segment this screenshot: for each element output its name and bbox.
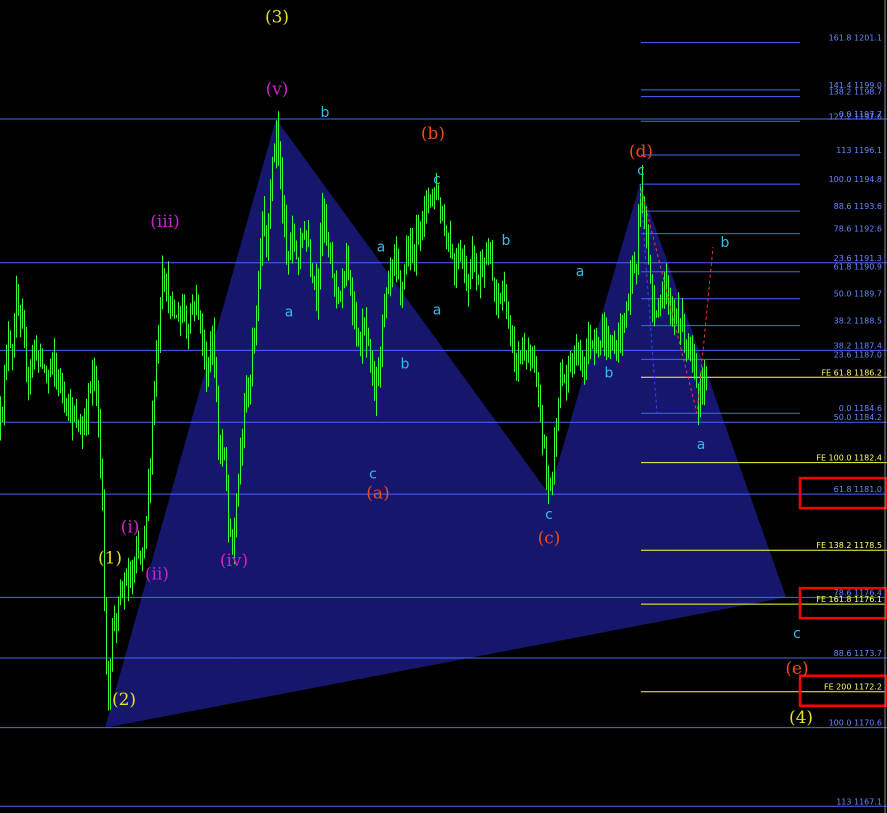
- fib-level-label: 100.0 1194.8: [829, 175, 882, 184]
- fib-level-label: 23.6 1187.0: [834, 350, 882, 359]
- wave-label: (v): [266, 79, 289, 99]
- wave-label: (4): [789, 708, 813, 728]
- wave-label: (2): [112, 690, 136, 710]
- wave-label: c: [433, 172, 441, 188]
- wave-label: (b): [421, 124, 445, 144]
- fib-level-label: 161.8 1201.1: [829, 34, 882, 43]
- expansion-level-label: FE 61.8 1186.2: [821, 368, 882, 377]
- wave-label: a: [285, 305, 294, 321]
- chart-window[interactable]: 161.8 1201.1 141.4 1199.0 138.2 1198.7 127.…: [0, 0, 887, 813]
- fib-level-label: 38.2 1187.4: [834, 341, 882, 350]
- fib-level-label: 88.6 1173.7: [834, 649, 882, 658]
- expansion-level-label: FE 200 1172.2: [824, 683, 882, 692]
- fib-level-label: 61.8 1181.0: [834, 485, 882, 494]
- fib-level-label: 113 1167.1: [836, 797, 882, 806]
- wave-label: (1): [98, 549, 122, 569]
- fib-level-label: 61.8 1190.9: [834, 263, 882, 272]
- wave-label: c: [545, 507, 553, 523]
- wave-label: c: [637, 163, 645, 179]
- wave-label: (3): [265, 8, 289, 28]
- fib-level-label: 100.0 1170.6: [829, 719, 882, 728]
- wave-label: (iii): [150, 212, 180, 232]
- wave-label: c: [369, 466, 377, 482]
- fib-level-label: 0.0 1184.6: [839, 404, 882, 413]
- wave-label: (iv): [220, 551, 248, 571]
- wave-label: b: [502, 233, 511, 249]
- expansion-level-label: FE 161.8 1176.1: [816, 595, 882, 604]
- expansion-level-label: FE 100.0 1182.4: [816, 454, 882, 463]
- wave-label: (e): [785, 659, 808, 679]
- fib-level-label: 0.0 1197.7: [839, 110, 882, 119]
- wave-label: (a): [366, 484, 389, 504]
- fib-level-label: 88.6 1193.6: [834, 202, 882, 211]
- wave-label: b: [721, 235, 730, 251]
- wave-label: b: [401, 356, 410, 372]
- fib-level-label: 78.6 1192.6: [834, 225, 882, 234]
- wave-label: (ii): [145, 564, 169, 584]
- expansion-level-label: FE 138.2 1178.5: [816, 541, 882, 550]
- wave-label: a: [697, 437, 706, 453]
- wave-label: c: [793, 626, 801, 642]
- wave-label: (c): [538, 529, 561, 549]
- fib-level-label: 138.2 1198.7: [829, 88, 882, 97]
- price-chart[interactable]: 161.8 1201.1141.4 1199.0138.2 1198.7127.…: [0, 0, 887, 813]
- wave-label: (d): [629, 142, 653, 162]
- wave-label: a: [576, 264, 585, 280]
- fib-level-label: 50.0 1189.7: [834, 290, 882, 299]
- wave-label: a: [377, 240, 386, 256]
- wave-label: a: [433, 302, 442, 318]
- wave-label: (i): [121, 517, 140, 537]
- fib-level-label: 38.2 1188.5: [834, 317, 882, 326]
- wave-label: b: [605, 365, 614, 381]
- wave-label: b: [321, 105, 330, 121]
- fib-level-label: 113 1196.1: [836, 146, 882, 155]
- fib-level-label: 23.6 1191.3: [834, 254, 882, 263]
- fib-level-label: 50.0 1184.2: [834, 413, 882, 422]
